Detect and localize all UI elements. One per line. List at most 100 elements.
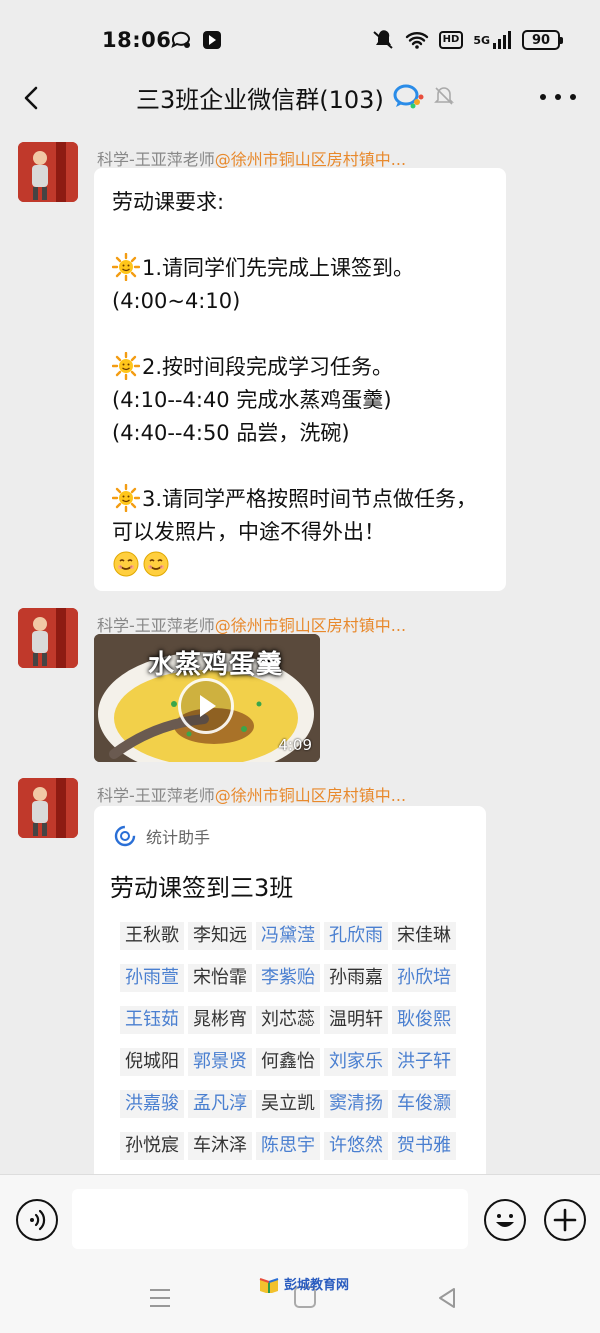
name-chip: 孙悦宸	[120, 1132, 184, 1160]
nav-menu-button[interactable]	[148, 1288, 172, 1308]
name-chip: 孙雨嘉	[324, 964, 388, 992]
name-chip: 晁彬宵	[188, 1006, 252, 1034]
navigation-bar: 彭城教育网	[0, 1264, 600, 1333]
mute-icon	[371, 30, 395, 50]
message-line	[112, 549, 488, 582]
network-type: 5G	[473, 33, 490, 47]
name-chip: 郭景贤	[188, 1048, 252, 1076]
card-header: 统计助手	[114, 824, 210, 848]
message-line: 2.按时间段完成学习任务。	[112, 351, 488, 384]
stats-card[interactable]: 统计助手 劳动课签到三3班 王秋歌 李知远 冯黛滢 孔欣雨 宋佳琳 孙雨萱 宋怡霏 李紫贻 孙雨…	[94, 806, 486, 1186]
title-bar: 三3班企业微信群(103)	[0, 70, 600, 126]
mute-bell-icon	[432, 84, 456, 112]
emoji-icon	[496, 1214, 514, 1227]
sun-emoji-icon	[112, 352, 140, 380]
watermark-text: 彭城教育网	[284, 1278, 350, 1293]
wifi-icon	[405, 31, 429, 49]
name-chip: 李知远	[188, 922, 252, 950]
battery-indicator: 90	[522, 30, 563, 50]
voice-icon	[30, 1209, 46, 1231]
smile-emoji-icon	[113, 551, 139, 577]
more-dot-icon	[555, 94, 561, 100]
message-line: 劳动课要求:	[112, 190, 225, 214]
name-chip: 许悠然	[324, 1132, 388, 1160]
message-text-span: 2.按时间段完成学习任务。	[142, 355, 394, 379]
name-chip: 孟凡淳	[188, 1090, 252, 1118]
video-thumbnail[interactable]: 水蒸鸡蛋羹 4:09	[94, 634, 320, 762]
message-input[interactable]	[72, 1189, 468, 1249]
sender-name: 科学-王亚萍老师	[97, 616, 215, 635]
status-bar: 18:06 HD 5G 90	[0, 0, 600, 78]
name-chip: 耿俊熙	[392, 1006, 456, 1034]
sender-name: 科学-王亚萍老师	[97, 786, 215, 805]
avatar-image	[18, 142, 78, 202]
avatar[interactable]	[18, 608, 78, 668]
avatar[interactable]	[18, 778, 78, 838]
signal-icon: 5G	[473, 31, 512, 49]
sender-label: 科学-王亚萍老师@徐州市铜山区房村镇中...	[97, 782, 406, 806]
emoji-button[interactable]	[484, 1199, 526, 1241]
sender-label: 科学-王亚萍老师@徐州市铜山区房村镇中...	[97, 612, 406, 636]
message-line: (4:40--4:50 品尝，洗碗)	[112, 421, 350, 445]
name-chip: 温明轩	[324, 1006, 388, 1034]
menu-icon	[150, 1289, 170, 1307]
name-chip: 宋佳琳	[392, 922, 456, 950]
status-time: 18:06	[102, 28, 172, 52]
more-button[interactable]	[540, 82, 576, 112]
nav-back-button[interactable]	[436, 1286, 458, 1310]
name-chip: 王钰茹	[120, 1006, 184, 1034]
chevron-left-icon	[24, 86, 38, 110]
page-title: 三3班企业微信群(103)	[136, 86, 384, 114]
voice-button[interactable]	[16, 1199, 58, 1241]
card-title: 劳动课签到三3班	[110, 874, 294, 902]
watermark: 彭城教育网	[258, 1274, 349, 1293]
name-chip: 陈思宇	[256, 1132, 320, 1160]
message-line	[112, 450, 488, 483]
avatar[interactable]	[18, 142, 78, 202]
card-source: 统计助手	[146, 828, 211, 847]
message-line: (4:00~4:10)	[112, 289, 241, 313]
message-line	[112, 219, 488, 252]
name-chip: 李紫贻	[256, 964, 320, 992]
video-duration: 4:09	[278, 736, 312, 754]
wecom-badge-icon	[392, 82, 424, 114]
avatar-image	[18, 608, 78, 668]
plus-button[interactable]	[544, 1199, 586, 1241]
sender-org: @徐州市铜山区房村镇中...	[214, 616, 407, 635]
message-line: 1.请同学们先完成上课签到。	[112, 252, 488, 285]
name-chip: 王秋歌	[120, 922, 184, 950]
input-bar	[0, 1174, 600, 1264]
message-bubble[interactable]: 劳动课要求: 1.请同学们先完成上课签到。 (4:00~4:10) 2.按时间段…	[94, 168, 506, 591]
name-chip: 贺书雅	[392, 1132, 456, 1160]
message-line: 3.请同学严格按照时间节点做任务，可以发照片，中途不得外出！	[112, 483, 488, 549]
back-button[interactable]	[14, 80, 50, 116]
book-logo-icon	[259, 1277, 279, 1293]
hd-badge: HD	[438, 31, 464, 49]
stats-assistant-icon	[114, 825, 136, 847]
name-chip: 洪子轩	[392, 1048, 456, 1076]
name-chip: 孔欣雨	[324, 922, 388, 950]
name-chip: 孙欣培	[392, 964, 456, 992]
sender-name: 科学-王亚萍老师	[97, 150, 215, 169]
name-chip: 冯黛滢	[256, 922, 320, 950]
name-chip: 吴立凯	[256, 1090, 320, 1118]
sender-org: @徐州市铜山区房村镇中...	[214, 150, 407, 169]
status-left-icons	[170, 30, 222, 50]
sender-org: @徐州市铜山区房村镇中...	[214, 786, 407, 805]
title-wrap: 三3班企业微信群(103)	[136, 80, 456, 115]
message-text-span: 1.请同学们先完成上课签到。	[142, 256, 415, 280]
play-icon	[200, 695, 216, 717]
name-chip: 刘芯蕊	[256, 1006, 320, 1034]
video-title: 水蒸鸡蛋羹	[148, 650, 284, 680]
name-chip: 何鑫怡	[256, 1048, 320, 1076]
triangle-back-icon	[439, 1288, 455, 1308]
app-notification-icon	[202, 30, 222, 50]
message-line: (4:10--4:40 完成水蒸鸡蛋羹)	[112, 388, 392, 412]
avatar-image	[18, 778, 78, 838]
play-button[interactable]	[178, 678, 234, 734]
message-text-span: 3.请同学严格按照时间节点做任务，可以发照片，中途不得外出！	[112, 487, 478, 544]
smile-emoji-icon	[143, 551, 169, 577]
names-grid: 王秋歌 李知远 冯黛滢 孔欣雨 宋佳琳 孙雨萱 宋怡霏 李紫贻 孙雨嘉 孙欣培 王钰茹 晁彬宵 刘芯蕊温…	[120, 922, 460, 1160]
chat-notification-icon	[170, 30, 192, 50]
name-chip: 倪城阳	[120, 1048, 184, 1076]
